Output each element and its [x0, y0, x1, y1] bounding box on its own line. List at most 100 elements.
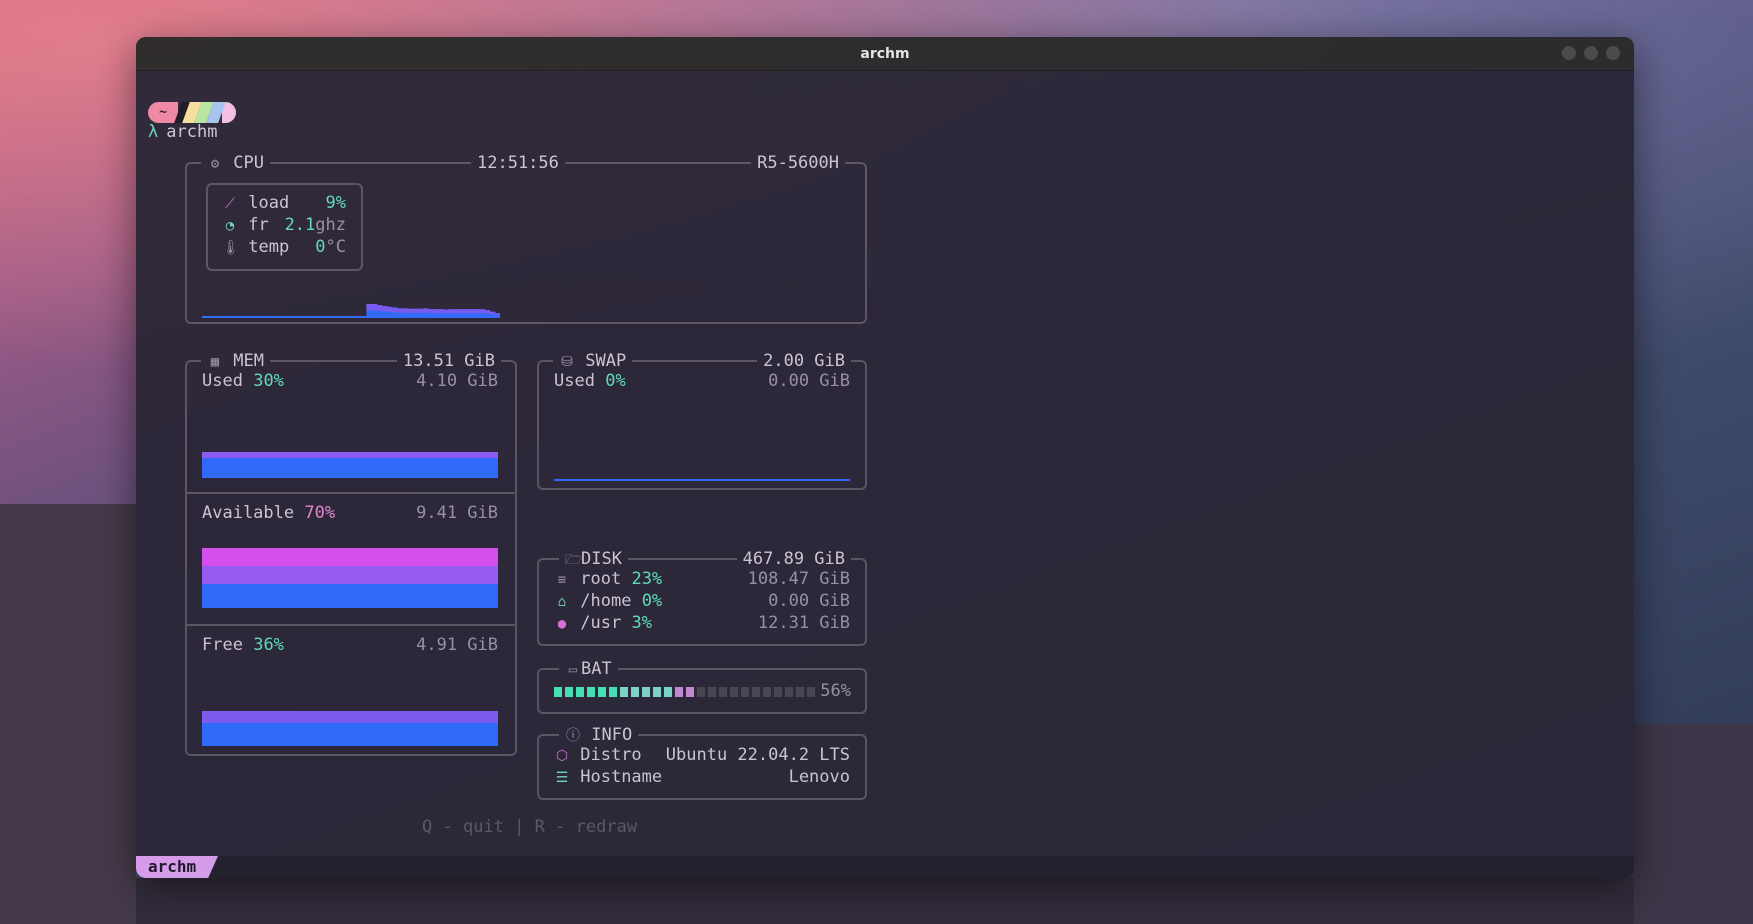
- info-hostname-row: ☰ Hostname Lenovo: [555, 767, 850, 787]
- cpu-icon: ⚙: [210, 156, 220, 172]
- battery-value: 56%: [820, 681, 851, 701]
- wallpaper-building: [1634, 724, 1753, 924]
- chart-line-icon: ⟋: [225, 196, 235, 212]
- cpu-graph-bar-top: [433, 309, 439, 314]
- package-icon: ⬡: [555, 748, 569, 764]
- battery-cell: [675, 687, 683, 697]
- battery-cell: [631, 687, 639, 697]
- mem-available-row: Available 70% 9.41 GiB: [202, 503, 498, 523]
- folder-icon: 🗁: [565, 552, 583, 568]
- battery-level-bar: [554, 687, 815, 697]
- prompt-line: λ archm: [148, 122, 217, 142]
- cpu-graph-bar-top: [464, 309, 470, 314]
- battery-cell: [774, 687, 782, 697]
- cpu-stats: ⟋ load 9% ◔ fr 2.1ghz 🌡 temp 0°C: [206, 183, 363, 271]
- cpu-model: R5-5600H: [751, 153, 845, 173]
- battery-cell: [807, 687, 815, 697]
- memory-icon: ▦: [210, 354, 220, 370]
- cpu-graph-bar-top: [407, 308, 414, 313]
- mem-total: 13.51 GiB: [396, 351, 501, 371]
- cpu-fr-row: ◔ fr 2.1ghz: [222, 215, 346, 236]
- cpu-graph-bar-top: [489, 311, 496, 315]
- battery-cell: [598, 687, 606, 697]
- swap-graph-baseline: [554, 479, 850, 481]
- close-button[interactable]: [1606, 46, 1620, 60]
- home-icon: ⌂: [557, 594, 567, 610]
- mem-divider: [187, 492, 515, 494]
- battery-cell: [587, 687, 595, 697]
- cpu-graph-bar-top: [448, 309, 455, 314]
- swap-total: 2.00 GiB: [757, 351, 851, 371]
- redraw-key: R: [534, 817, 545, 837]
- cpu-graph-bar-top: [422, 308, 429, 313]
- mem-divider: [187, 624, 515, 626]
- cpu-load-row: ⟋ load 9%: [222, 193, 346, 214]
- battery-panel: ▭ BAT 56%: [537, 659, 867, 714]
- keybind-hint: Q - quit | R - redraw: [422, 817, 638, 837]
- battery-cell: [620, 687, 628, 697]
- cpu-graph-bar-top: [381, 306, 388, 312]
- mem-title: ▦ MEM: [201, 351, 270, 372]
- battery-cell: [697, 687, 705, 697]
- mem-available-bar: [202, 548, 498, 608]
- battery-title: ▭ BAT: [559, 659, 618, 680]
- prompt-symbol: λ: [148, 122, 159, 142]
- disk-row-usr: ● /usr 3% 12.31 GiB: [554, 613, 850, 634]
- cpu-time: 12:51:56: [471, 153, 565, 173]
- mem-used-bar: [202, 452, 498, 478]
- battery-cell: [554, 687, 562, 697]
- harddisk-icon: ⛁: [561, 354, 573, 370]
- minimize-button[interactable]: [1562, 46, 1576, 60]
- cpu-graph-bar-top: [453, 309, 460, 314]
- cpu-graph-bar-top: [412, 308, 419, 313]
- window-title: archm: [860, 45, 910, 62]
- battery-icon: ▭: [568, 662, 578, 678]
- battery-cell: [785, 687, 793, 697]
- info-distro-row: ⬡ Distro Ubuntu 22.04.2 LTS: [555, 745, 850, 765]
- cpu-graph-bar-top: [402, 308, 409, 313]
- server-icon: ☰: [555, 770, 569, 786]
- window-controls: [1562, 46, 1620, 60]
- terminal-content[interactable]: ~ λ archm ⚙ CPU 12:51:56 R5-5600H ⟋ load …: [136, 71, 1634, 878]
- mem-used-row: Used 30% 4.10 GiB: [202, 371, 498, 391]
- battery-cell: [642, 687, 650, 697]
- battery-cell: [730, 687, 738, 697]
- info-icon: ⓘ: [566, 728, 580, 744]
- wallpaper-building: [136, 878, 1634, 924]
- cpu-graph-bar-top: [428, 309, 434, 314]
- cpu-graph-bar-top: [376, 305, 383, 311]
- battery-cell: [763, 687, 771, 697]
- cpu-graph-bar-top: [469, 309, 475, 314]
- cpu-graph-bar-top: [458, 309, 465, 314]
- thermometer-icon: 🌡: [222, 240, 240, 256]
- swap-used-row: Used 0% 0.00 GiB: [554, 371, 850, 391]
- cpu-temp-row: 🌡 temp 0°C: [222, 237, 346, 257]
- cpu-graph-bar-top: [494, 313, 500, 316]
- info-title: ⓘ INFO: [559, 725, 639, 746]
- battery-cell: [686, 687, 694, 697]
- cpu-graph-bar-top: [417, 308, 424, 313]
- cpu-graph-bar-top: [371, 304, 378, 311]
- cpu-graph-bar-top: [366, 304, 373, 311]
- cpu-graph-bar-top: [438, 309, 444, 314]
- prompt-pill-label: ~: [148, 102, 178, 123]
- battery-cell: [664, 687, 672, 697]
- battery-cell: [719, 687, 727, 697]
- battery-cell: [653, 687, 661, 697]
- cpu-graph-bar-top: [474, 309, 480, 314]
- disk-row-root: ≡ root 23% 108.47 GiB: [554, 569, 850, 590]
- session-tag[interactable]: archm: [136, 856, 218, 878]
- titlebar[interactable]: archm: [136, 37, 1634, 71]
- wallpaper-building: [0, 504, 136, 924]
- terminal-window: archm ~ λ archm ⚙ CPU 12:51:56 R5-5600H ⟋…: [136, 37, 1634, 878]
- swap-title: ⛁ SWAP: [553, 351, 633, 372]
- user-icon: ●: [557, 616, 567, 632]
- mem-free-bar: [202, 711, 498, 746]
- maximize-button[interactable]: [1584, 46, 1598, 60]
- swap-panel: ⛁ SWAP 2.00 GiB Used 0% 0.00 GiB: [537, 351, 867, 490]
- tree-icon: ≡: [557, 572, 567, 588]
- prompt-command: archm: [166, 122, 218, 142]
- mem-free-row: Free 36% 4.91 GiB: [202, 635, 498, 655]
- cpu-graph-bar-top: [443, 309, 450, 314]
- disk-total: 467.89 GiB: [736, 549, 851, 569]
